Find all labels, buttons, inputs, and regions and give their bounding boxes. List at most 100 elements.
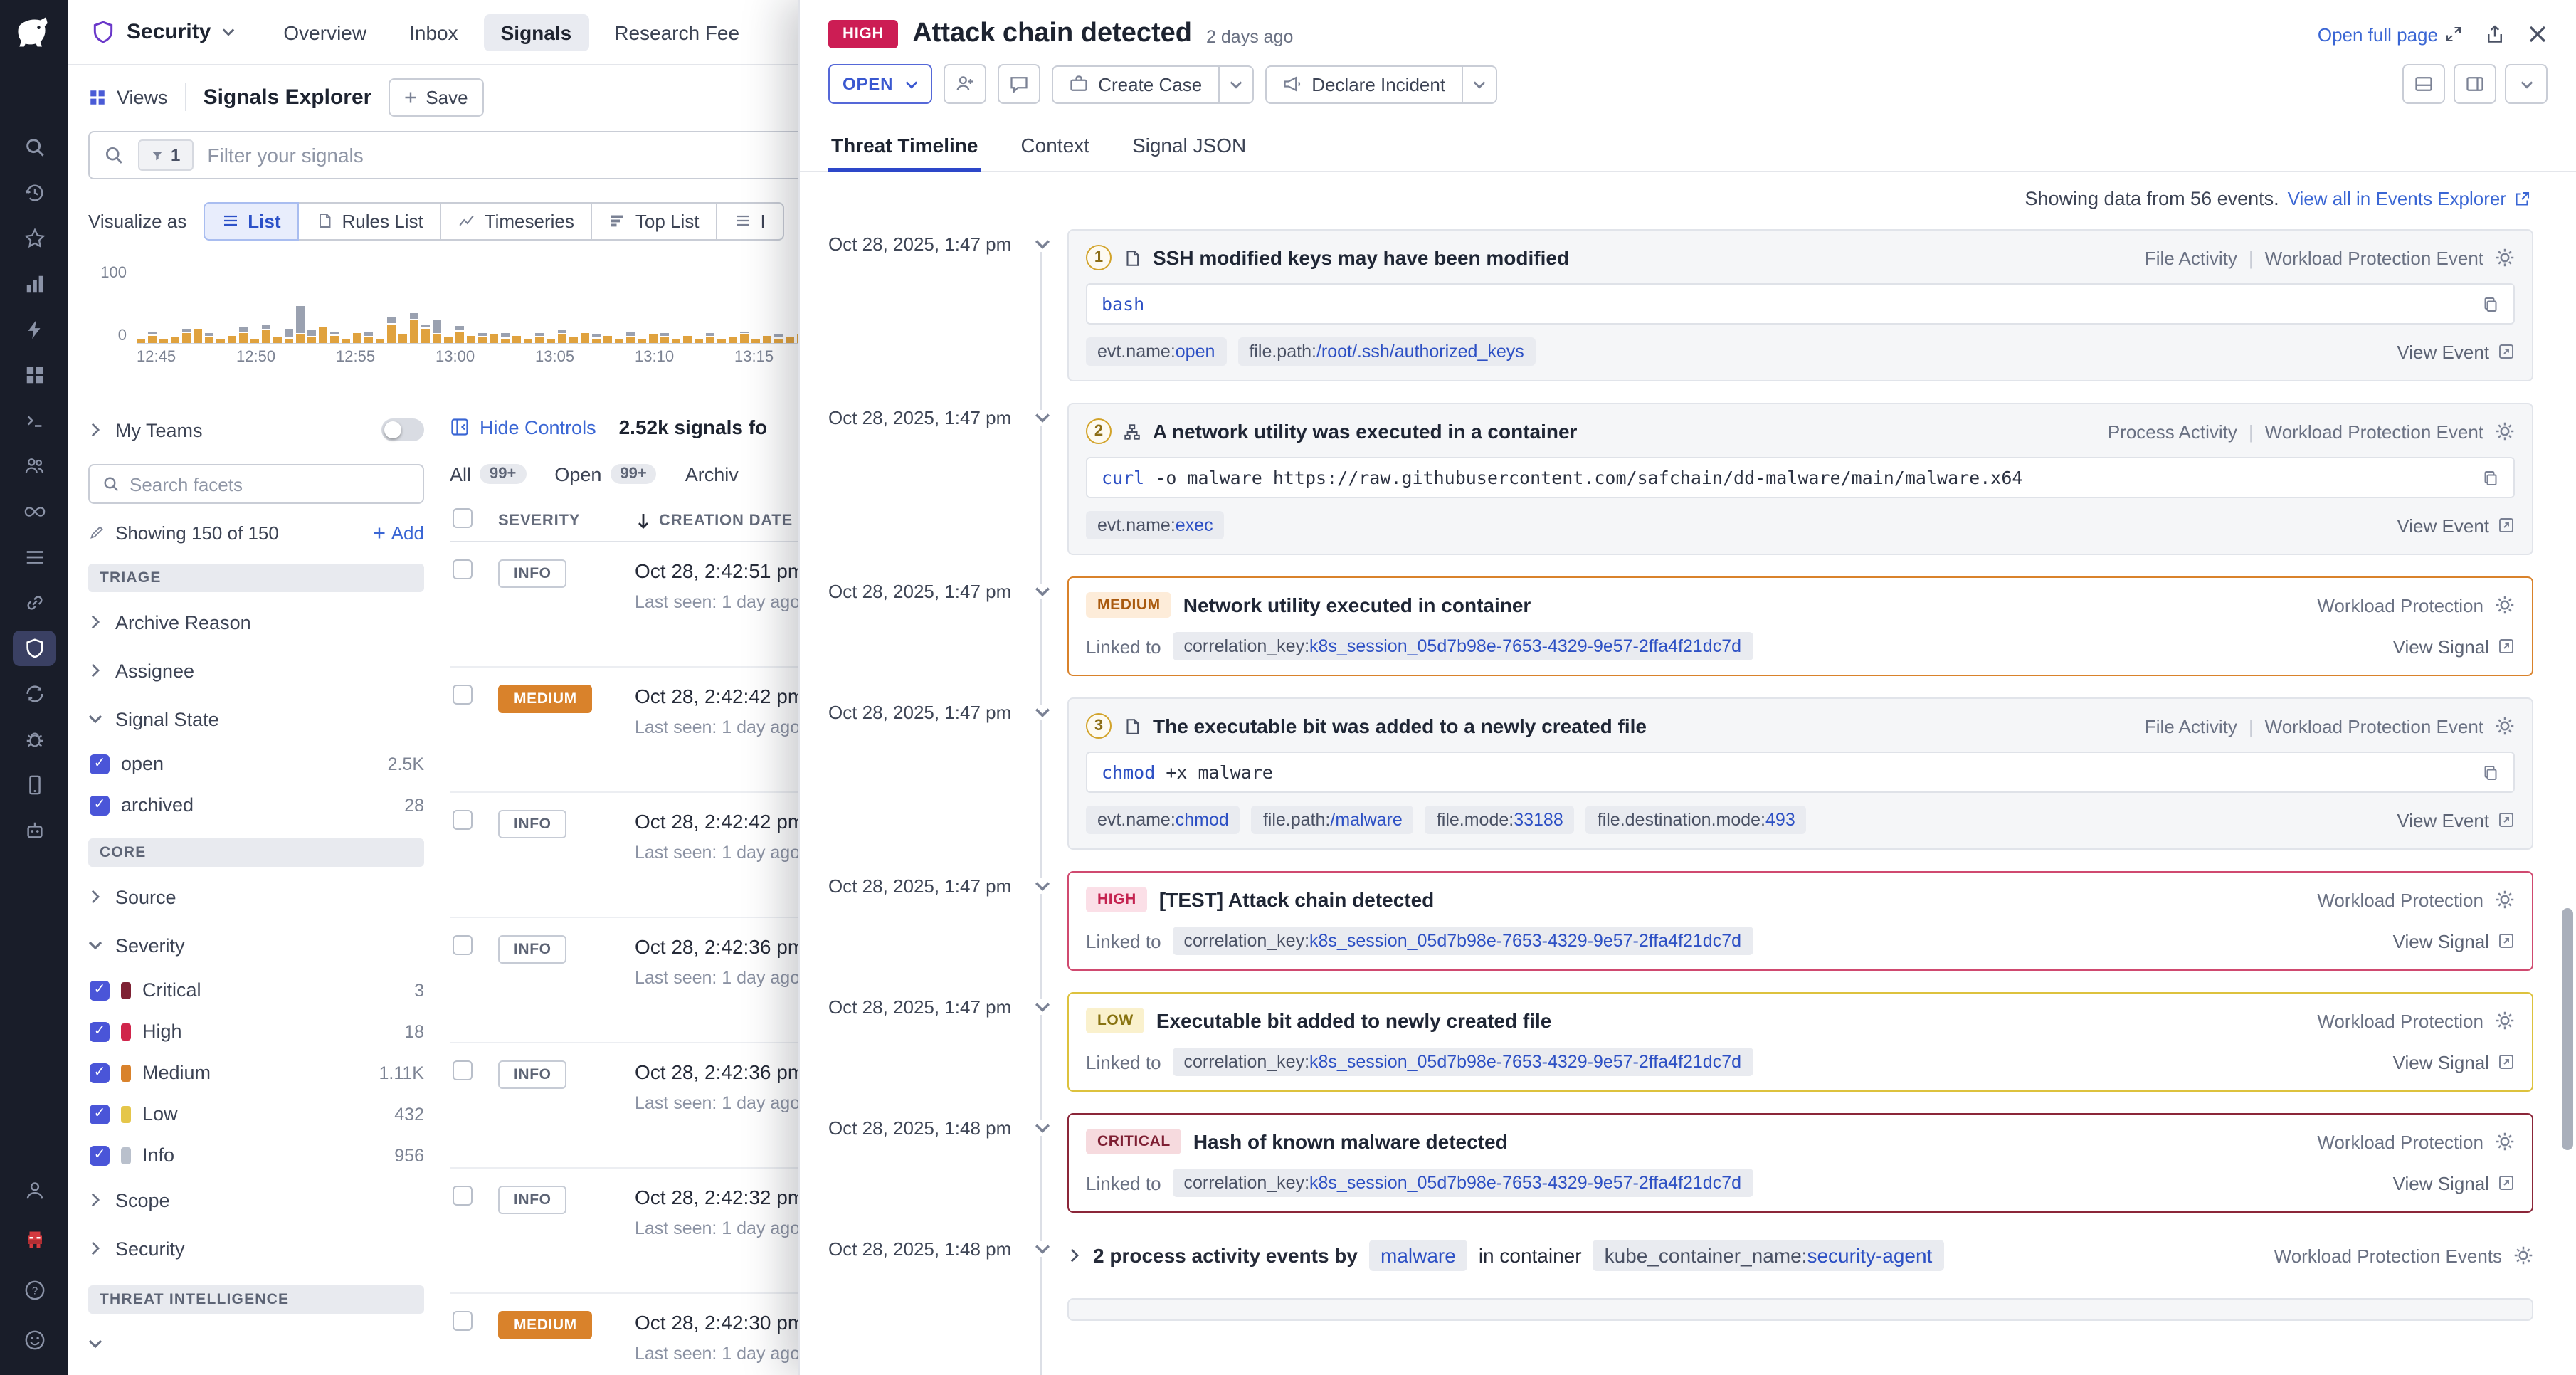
rail-item-ci-icon[interactable]	[13, 494, 56, 530]
visualize-mode-rules-list[interactable]: Rules List	[298, 201, 442, 240]
facet-severity[interactable]: Severity	[88, 921, 424, 969]
timeline-caret[interactable]	[1016, 229, 1067, 252]
visualize-mode-timeseries[interactable]: Timeseries	[440, 201, 593, 240]
event-tag[interactable]: evt.name:open	[1086, 337, 1226, 366]
rail-item-monitors-icon[interactable]	[13, 312, 56, 347]
rail-item-traces-icon[interactable]	[13, 585, 56, 621]
gear-icon[interactable]	[2495, 890, 2515, 910]
top-tab-research-fee[interactable]: Research Fee	[597, 14, 756, 51]
timeline-caret[interactable]	[1016, 1113, 1067, 1136]
product-switcher[interactable]: Security	[91, 20, 252, 44]
timeline-caret[interactable]	[1016, 697, 1067, 720]
event-group-row[interactable]: 2 process activity events by malware in …	[1067, 1234, 2533, 1277]
rail-item-security-icon[interactable]	[13, 631, 56, 666]
rail-item-recents-icon[interactable]	[13, 175, 56, 211]
assign-user-button[interactable]	[943, 64, 986, 104]
event-tag[interactable]: evt.name:exec	[1086, 511, 1225, 539]
row-checkbox[interactable]	[453, 1060, 473, 1080]
view-event-link[interactable]: View Event	[2397, 809, 2515, 831]
list-tab-all[interactable]: All99+	[450, 463, 526, 485]
event-tag[interactable]: file.path:/malware	[1252, 806, 1414, 834]
gear-icon[interactable]	[2495, 1132, 2515, 1152]
scrollbar-thumb[interactable]	[2562, 908, 2573, 1150]
facet-checkbox[interactable]: ✓	[90, 980, 110, 1000]
view-signal-link[interactable]: View Signal	[2393, 1051, 2515, 1073]
my-teams-toggle[interactable]	[381, 418, 424, 441]
gear-icon[interactable]	[2495, 248, 2515, 268]
gear-icon[interactable]	[2495, 421, 2515, 441]
rail-item-dashboards-icon[interactable]	[13, 266, 56, 302]
visualize-mode-i[interactable]: I	[717, 201, 784, 240]
close-panel-icon[interactable]	[2528, 24, 2548, 44]
facet-security[interactable]: Security	[88, 1224, 424, 1273]
facet-scope[interactable]: Scope	[88, 1176, 424, 1224]
view-signal-link[interactable]: View Signal	[2393, 930, 2515, 952]
open-full-page-link[interactable]: Open full page	[2318, 23, 2462, 45]
list-tab-archiv[interactable]: Archiv	[685, 463, 739, 485]
create-case-button[interactable]: Create Case	[1051, 65, 1219, 103]
share-icon[interactable]	[2485, 24, 2505, 44]
view-event-link[interactable]: View Event	[2397, 341, 2515, 362]
panel-scrollbar[interactable]	[2560, 0, 2573, 1375]
declare-incident-dropdown[interactable]	[1462, 65, 1496, 103]
event-tag[interactable]: malware	[1369, 1240, 1467, 1271]
rail-item-logs-icon[interactable]	[13, 539, 56, 575]
datadog-logo[interactable]	[13, 13, 56, 56]
facet-checkbox[interactable]: ✓	[90, 1021, 110, 1041]
view-signal-link[interactable]: View Signal	[2393, 1172, 2515, 1194]
facet-option-high[interactable]: ✓High18	[88, 1011, 424, 1052]
event-tag[interactable]: correlation_key:k8s_session_05d7b98e-765…	[1173, 1048, 1753, 1076]
row-checkbox[interactable]	[453, 559, 473, 579]
facet-checkbox[interactable]: ✓	[90, 1104, 110, 1124]
signal-status-dropdown[interactable]: OPEN	[828, 64, 931, 104]
facet-signal-state[interactable]: Signal State	[88, 695, 424, 743]
views-button[interactable]: Views	[88, 86, 168, 107]
event-tag[interactable]: file.path:/root/.ssh/authorized_keys	[1237, 337, 1535, 366]
row-checkbox[interactable]	[453, 1311, 473, 1331]
rail-item-llm-icon[interactable]	[13, 813, 56, 848]
select-all-checkbox[interactable]	[453, 508, 473, 528]
signal-tab-context[interactable]: Context	[1018, 121, 1092, 171]
facet-archive-reason[interactable]: Archive Reason	[88, 598, 424, 646]
top-tab-overview[interactable]: Overview	[266, 14, 384, 51]
facet-option-open[interactable]: ✓open2.5K	[88, 743, 424, 784]
facet-assignee[interactable]: Assignee	[88, 646, 424, 695]
timeline-caret[interactable]	[1016, 992, 1067, 1015]
panel-options-dropdown[interactable]	[2505, 64, 2548, 104]
top-tab-inbox[interactable]: Inbox	[392, 14, 475, 51]
timeline-caret[interactable]	[1016, 403, 1067, 426]
search-facets-input[interactable]: Search facets	[88, 464, 424, 504]
rail-item-mascot-icon[interactable]	[13, 1223, 56, 1258]
rail-item-error-tracking-icon[interactable]	[13, 722, 56, 757]
event-tag[interactable]: evt.name:chmod	[1086, 806, 1240, 834]
declare-incident-button[interactable]: Declare Incident	[1265, 65, 1462, 103]
facet-checkbox[interactable]: ✓	[90, 754, 110, 774]
rail-item-favorites-icon[interactable]	[13, 221, 56, 256]
event-tag[interactable]: correlation_key:k8s_session_05d7b98e-765…	[1173, 927, 1753, 955]
add-facet-button[interactable]: Add	[373, 522, 424, 543]
row-checkbox[interactable]	[453, 935, 473, 955]
timeline-caret[interactable]	[1016, 576, 1067, 599]
copy-icon[interactable]	[2482, 469, 2499, 486]
hide-controls-button[interactable]: Hide Controls	[450, 416, 596, 438]
facet-unlabeled[interactable]	[88, 1319, 424, 1368]
event-tag[interactable]: correlation_key:k8s_session_05d7b98e-765…	[1173, 632, 1753, 660]
facet-option-medium[interactable]: ✓Medium1.11K	[88, 1052, 424, 1093]
rail-item-feedback-icon[interactable]	[13, 1322, 56, 1358]
row-checkbox[interactable]	[453, 810, 473, 830]
gear-icon[interactable]	[2495, 716, 2515, 736]
visualize-mode-top-list[interactable]: Top List	[591, 201, 718, 240]
comment-button[interactable]	[997, 64, 1040, 104]
row-checkbox[interactable]	[453, 1186, 473, 1206]
list-tab-open[interactable]: Open99+	[554, 463, 656, 485]
event-tag[interactable]: file.destination.mode:493	[1586, 806, 1807, 834]
facet-option-critical[interactable]: ✓Critical3	[88, 969, 424, 1011]
rail-item-apm-icon[interactable]	[13, 403, 56, 438]
timeline-caret[interactable]	[1016, 1234, 1067, 1257]
panel-layout-right-button[interactable]	[2454, 64, 2496, 104]
view-event-link[interactable]: View Event	[2397, 515, 2515, 536]
column-severity[interactable]: SEVERITY	[498, 512, 635, 529]
facet-option-info[interactable]: ✓Info956	[88, 1134, 424, 1176]
rail-item-search-icon[interactable]	[13, 130, 56, 165]
facet-my-teams[interactable]: My Teams	[88, 406, 424, 454]
